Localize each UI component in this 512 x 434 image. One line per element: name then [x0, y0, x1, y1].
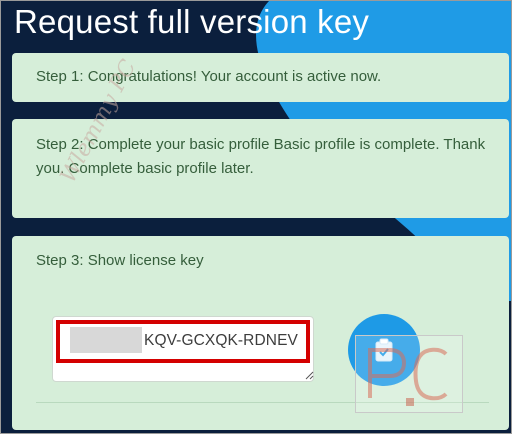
step-2-card: Step 2: Complete your basic profile Basi… [12, 119, 509, 218]
license-key-redaction [70, 327, 142, 353]
step-1-text: Step 1: Congratulations! Your account is… [36, 68, 382, 85]
pc-logo-icon [368, 347, 448, 406]
step-1-card: Step 1: Congratulations! Your account is… [12, 53, 509, 102]
page-title: Request full version key [14, 3, 370, 40]
resize-grip-icon[interactable] [304, 370, 314, 380]
step-3-text: Step 3: Show license key [36, 252, 204, 269]
step-2-text: Step 2: Complete your basic profile Basi… [36, 136, 486, 177]
license-key-value[interactable]: KQV-GCXQK-RDNEV [144, 329, 298, 353]
window-frame: Request full version key Step 1: Congrat… [0, 0, 512, 434]
pc-logo-watermark [355, 335, 463, 413]
